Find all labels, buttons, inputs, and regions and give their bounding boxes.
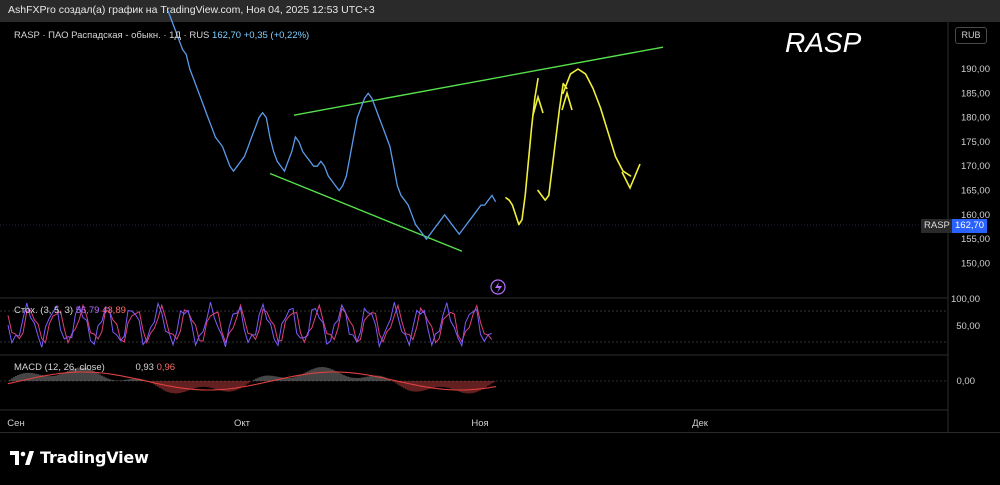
price-chart[interactable]: 190,00185,00180,00175,00170,00165,00160,… <box>0 0 1000 484</box>
stoch-k-value: 56,79 <box>75 305 100 316</box>
ticker-overlay: RASP <box>785 27 862 58</box>
stoch-axis-label-50: 50,00 <box>956 321 980 332</box>
price-line <box>167 10 497 241</box>
lower-trendline <box>269 172 463 252</box>
lightning-icon <box>495 282 502 293</box>
time-axis-label: Ноя <box>471 418 488 429</box>
time-axis-label: Дек <box>692 418 709 429</box>
price-axis-label: 165,00 <box>961 186 990 197</box>
price-axis-label: 170,00 <box>961 161 990 172</box>
stoch-legend[interactable]: Стох. (3, 5, 3) 56,79 43,89 <box>14 305 126 316</box>
upper-trendline <box>293 46 664 116</box>
symbol-legend[interactable]: RASP · ПАО Распадская - обыкн. · 1Д · RU… <box>14 30 309 41</box>
price-axis-label: 150,00 <box>961 258 990 269</box>
price-axis-label: 180,00 <box>961 113 990 124</box>
price-axis-label: 185,00 <box>961 88 990 99</box>
time-axis-label: Сен <box>7 418 24 429</box>
price-axis-label: 155,00 <box>961 234 990 245</box>
projection-path-1 <box>505 77 539 226</box>
projection-path-3 <box>562 68 632 177</box>
tradingview-logo[interactable]: TradingView <box>10 448 149 467</box>
stoch-label: Стох. (3, 5, 3) <box>14 305 74 316</box>
price-tag-symbol: RASP <box>921 219 953 233</box>
price-tag-value: 162,70 <box>952 219 988 233</box>
time-axis-label: Окт <box>234 418 251 429</box>
macd-axis-label: 0,00 <box>957 376 976 387</box>
last-price: 162,70 <box>212 30 242 41</box>
price-axis-label: 175,00 <box>961 137 990 148</box>
macd-legend[interactable]: MACD (12, 26, close) 0,93 0,96 <box>14 362 175 373</box>
macd-signal-value: 0,96 <box>156 362 176 373</box>
projection-path-2 <box>537 82 568 201</box>
symbol-label: RASP · ПАО Распадская - обыкн. · 1Д · RU… <box>14 30 210 41</box>
projection-arrowhead-2 <box>561 90 573 111</box>
brand-name: TradingView <box>40 448 149 467</box>
macd-hist-value: 0,93 <box>135 362 154 373</box>
price-change: +0,35 (+0,22%) <box>243 30 310 41</box>
price-axis-label: 190,00 <box>961 64 990 75</box>
stoch-axis-label-100: 100,00 <box>951 294 980 305</box>
tradingview-logo-icon <box>10 450 34 465</box>
stoch-d-value: 43,89 <box>102 305 126 316</box>
brand-bar <box>0 432 1000 485</box>
currency-button[interactable]: RUB <box>955 27 987 44</box>
macd-label: MACD (12, 26, close) <box>14 362 105 373</box>
